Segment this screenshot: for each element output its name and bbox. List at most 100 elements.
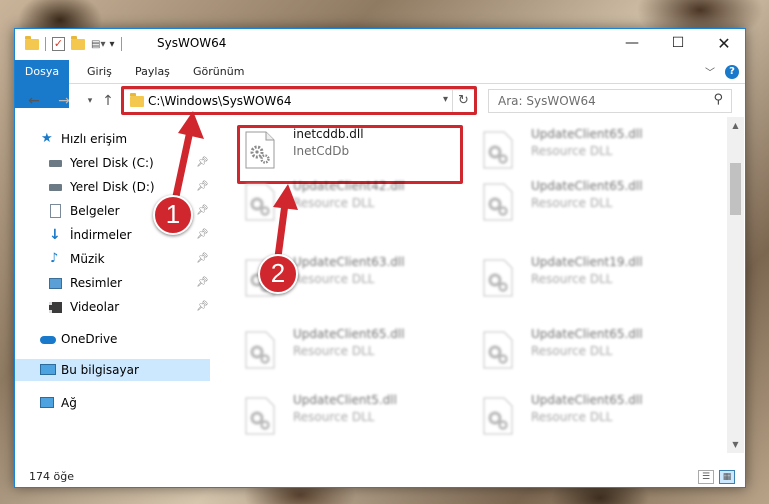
documents-icon — [50, 204, 61, 218]
file-description: Resource DLL — [293, 410, 375, 424]
sidebar-item-onedrive[interactable]: OneDrive — [15, 328, 210, 350]
expand-ribbon-icon[interactable]: ﹀ — [705, 64, 715, 79]
status-bar: 174 öğe ☰ ▦ — [15, 467, 745, 487]
file-item[interactable]: UpdateClient65.dll Resource DLL — [473, 127, 703, 175]
explorer-window: ✓ ▤▾ ▾ SysWOW64 — ☐ ✕ Dosya Giriş Paylaş… — [14, 28, 746, 488]
toolbar-divider — [45, 37, 46, 51]
pin-icon[interactable]: 📌︎ — [196, 272, 209, 294]
download-icon: ↓ — [49, 227, 61, 243]
details-view-icon[interactable]: ☰ — [698, 470, 714, 484]
sidebar-item-network[interactable]: Ağ — [15, 392, 210, 414]
search-box[interactable]: Ara: SysWOW64 ⚲ — [488, 89, 732, 113]
tab-share[interactable]: Paylaş — [127, 60, 178, 84]
back-icon[interactable]: ← — [25, 92, 43, 110]
drive-icon — [49, 184, 62, 191]
file-name: UpdateClient5.dll — [293, 393, 397, 407]
sidebar-item-pictures[interactable]: Resimler 📌︎ — [15, 272, 210, 294]
tab-home[interactable]: Giriş — [79, 60, 120, 84]
dll-file-icon — [245, 331, 275, 369]
dll-file-icon — [483, 331, 513, 369]
file-item[interactable]: UpdateClient65.dll Resource DLL — [473, 327, 703, 375]
sidebar-item-label: Yerel Disk (D:) — [70, 180, 155, 194]
file-name: UpdateClient65.dll — [531, 393, 643, 407]
pin-icon[interactable]: 📌︎ — [196, 248, 209, 270]
dll-file-icon — [483, 183, 513, 221]
search-placeholder: Ara: SysWOW64 — [498, 94, 596, 108]
star-icon: ★ — [41, 131, 53, 146]
help-icon[interactable]: ? — [725, 65, 739, 79]
onedrive-icon — [40, 336, 56, 344]
ribbon: Dosya Giriş Paylaş Görünüm ﹀ ? — [15, 60, 745, 108]
file-item[interactable]: UpdateClient5.dll Resource DLL — [235, 393, 465, 441]
close-button[interactable]: ✕ — [701, 29, 747, 60]
file-description: Resource DLL — [531, 410, 613, 424]
file-description: Resource DLL — [531, 344, 613, 358]
music-icon: ♪ — [50, 251, 59, 266]
toolbar-divider — [120, 37, 122, 51]
minimize-button[interactable]: — — [609, 29, 655, 60]
file-item[interactable]: UpdateClient65.dll Resource DLL — [473, 179, 703, 227]
scroll-up-icon[interactable]: ▲ — [727, 117, 744, 134]
search-icon[interactable]: ⚲ — [713, 92, 723, 107]
large-icons-view-icon[interactable]: ▦ — [719, 470, 735, 484]
customize-toolbar-icon[interactable]: ▤▾ — [91, 39, 105, 50]
sidebar-item-label: Resimler — [70, 276, 123, 290]
file-description: Resource DLL — [531, 272, 613, 286]
file-name: UpdateClient19.dll — [531, 255, 643, 269]
sidebar-item-label: Ağ — [61, 396, 77, 410]
scrollbar-thumb[interactable] — [730, 163, 741, 215]
sidebar-item-label: Videolar — [70, 300, 120, 314]
network-icon — [40, 397, 54, 408]
pin-icon[interactable]: 📌︎ — [196, 224, 209, 246]
dll-file-icon — [483, 259, 513, 297]
sidebar-item-this-pc[interactable]: Bu bilgisayar — [15, 359, 210, 381]
dll-file-icon — [245, 397, 275, 435]
sidebar-item-label: OneDrive — [61, 332, 118, 346]
sidebar-item-label: Yerel Disk (C:) — [70, 156, 154, 170]
videos-icon — [49, 302, 62, 313]
sidebar-item-label: Müzik — [70, 252, 105, 266]
sidebar-item-label: Hızlı erişim — [61, 132, 128, 146]
dll-file-icon — [483, 397, 513, 435]
file-item[interactable]: UpdateClient19.dll Resource DLL — [473, 255, 703, 303]
file-name: UpdateClient63.dll — [293, 255, 405, 269]
new-folder-icon[interactable] — [71, 35, 85, 50]
sidebar-item-music[interactable]: ♪ Müzik 📌︎ — [15, 248, 210, 270]
file-name: UpdateClient65.dll — [531, 327, 643, 341]
quick-access-toolbar: ✓ ▤▾ ▾ — [25, 35, 128, 53]
sidebar-item-label: Bu bilgisayar — [61, 363, 139, 377]
step-badge-2: 2 — [258, 254, 298, 294]
file-description: Resource DLL — [531, 144, 613, 158]
sidebar-item-label: İndirmeler — [70, 228, 132, 242]
file-description: Resource DLL — [531, 196, 613, 210]
recent-locations-icon[interactable]: ▾ — [81, 92, 99, 110]
pictures-icon — [49, 278, 62, 289]
window-title: SysWOW64 — [157, 36, 227, 50]
item-count: 174 öğe — [29, 470, 74, 483]
file-name: UpdateClient65.dll — [293, 327, 405, 341]
title-bar: ✓ ▤▾ ▾ SysWOW64 — ☐ ✕ — [15, 29, 745, 60]
folder-icon[interactable] — [25, 35, 39, 50]
sidebar-item-videos[interactable]: Videolar 📌︎ — [15, 296, 210, 318]
computer-icon — [40, 364, 56, 375]
step-badge-1: 1 — [153, 195, 193, 235]
properties-icon[interactable]: ✓ — [52, 37, 65, 51]
sidebar-item-label: Belgeler — [70, 204, 120, 218]
up-icon[interactable]: ↑ — [99, 92, 117, 110]
vertical-scrollbar[interactable]: ▲ ▼ — [727, 117, 744, 453]
toolbar-dropdown-icon[interactable]: ▾ — [109, 39, 114, 50]
dll-file-icon — [483, 131, 513, 169]
file-name: UpdateClient42.dll — [293, 179, 405, 193]
maximize-button[interactable]: ☐ — [655, 29, 701, 60]
forward-icon[interactable]: → — [55, 92, 73, 110]
file-item[interactable]: UpdateClient65.dll Resource DLL — [473, 393, 703, 441]
tab-view[interactable]: Görünüm — [185, 60, 252, 84]
file-name: UpdateClient65.dll — [531, 179, 643, 193]
file-name: UpdateClient65.dll — [531, 127, 643, 141]
file-description: Resource DLL — [293, 344, 375, 358]
file-highlight-box — [237, 125, 463, 184]
pin-icon[interactable]: 📌︎ — [196, 296, 209, 318]
file-list: inetcddb.dll InetCdDb UpdateClient65.dll… — [221, 117, 727, 453]
scroll-down-icon[interactable]: ▼ — [727, 436, 744, 453]
file-item[interactable]: UpdateClient65.dll Resource DLL — [235, 327, 465, 375]
